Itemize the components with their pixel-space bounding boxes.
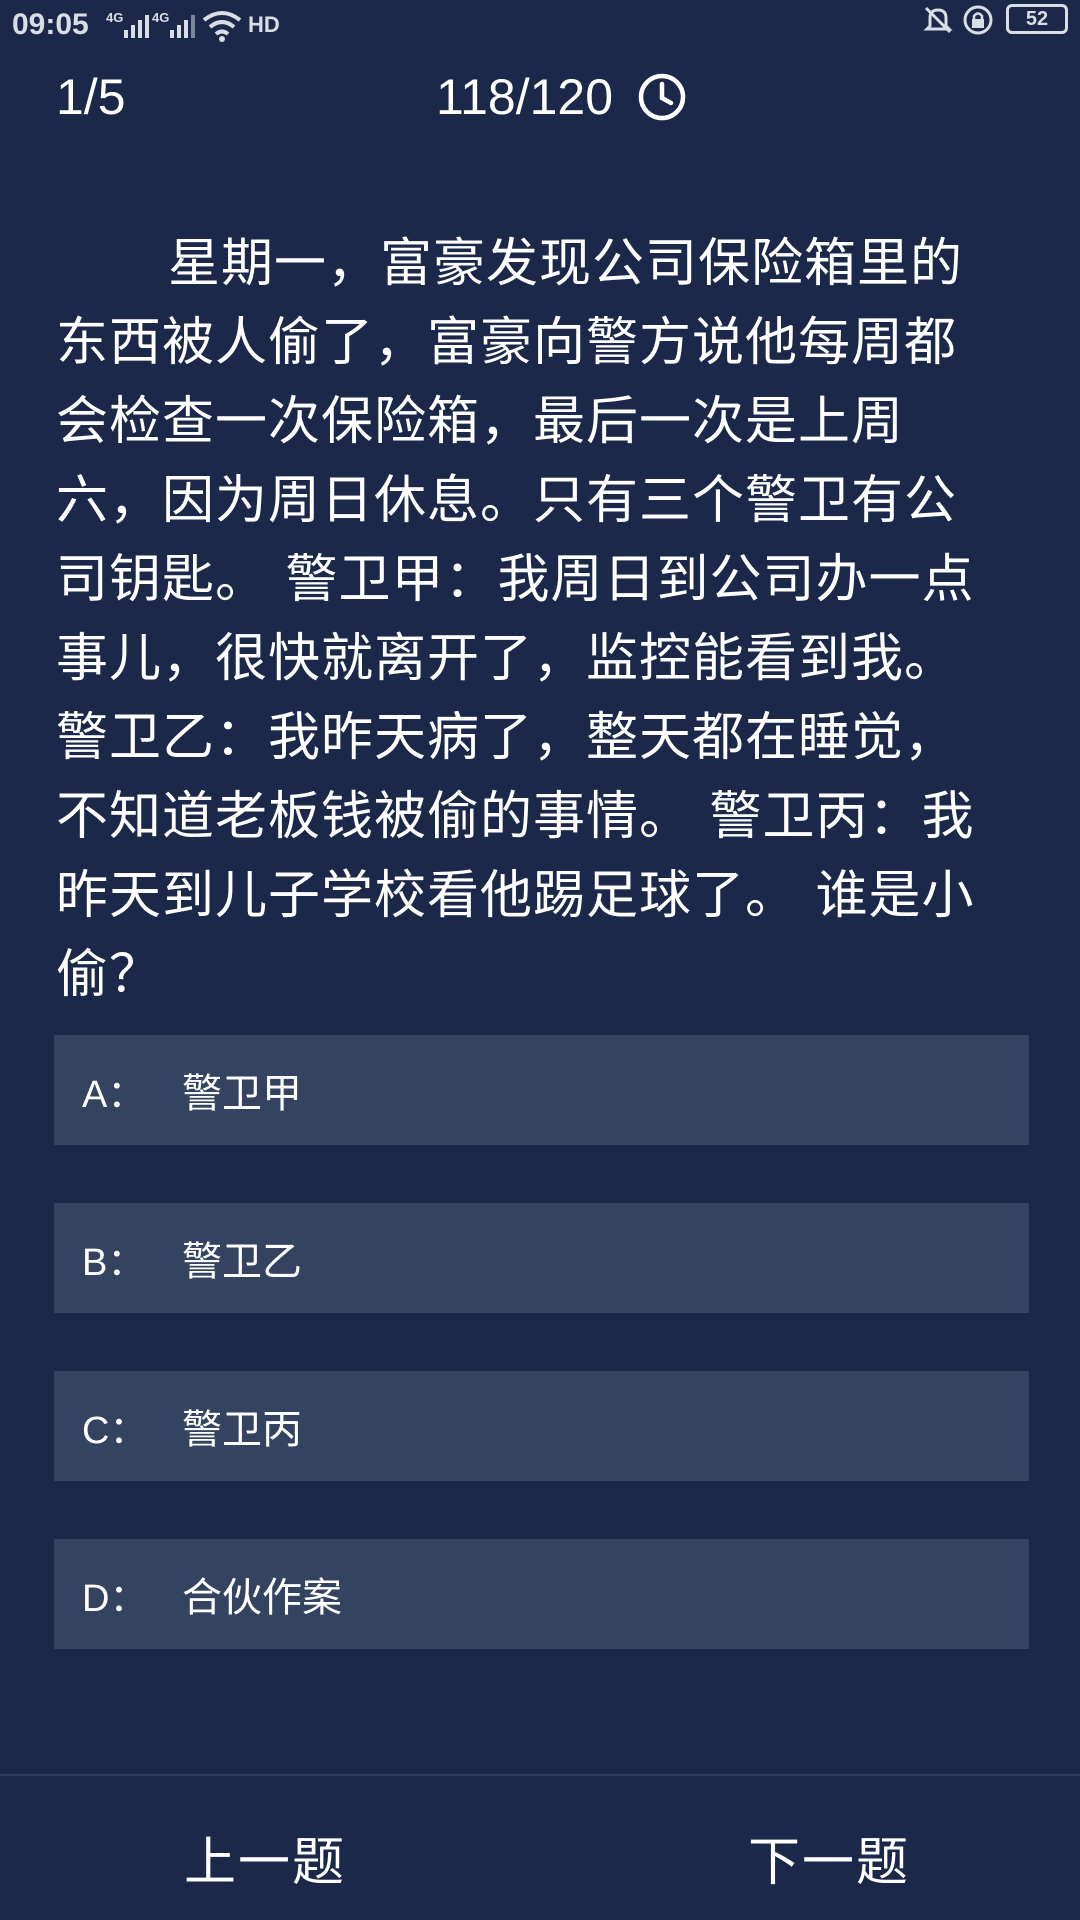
bottom-divider: [0, 1774, 1080, 1776]
signal-icon: 4G: [152, 10, 198, 42]
status-time: 09:05: [12, 8, 89, 41]
question-line: 昨天到儿子学校看他踢足球了。 谁是小: [56, 866, 975, 926]
question-line: 事儿，很快就离开了，监控能看到我。: [56, 629, 958, 689]
question-progress: 1/5: [56, 69, 126, 125]
question-line: 星期一，富豪发现公司保险箱里的: [168, 234, 964, 294]
question-line: 会检查一次保险箱，最后一次是上周: [56, 392, 905, 452]
wifi-icon: [202, 11, 242, 42]
question-line: 东西被人偷了，富豪向警方说他每周都: [56, 313, 958, 373]
option-a[interactable]: A： 警卫甲: [54, 1035, 1029, 1145]
option-b[interactable]: B： 警卫乙: [54, 1203, 1029, 1313]
option-key: B：: [82, 1241, 146, 1284]
question-line: 不知道老板钱被偷的事情。 警卫丙：我: [56, 787, 975, 847]
question-line: 偷？: [56, 945, 163, 1005]
bell-muted-icon: [923, 6, 953, 34]
question-line: 六，因为周日休息。只有三个警卫有公: [56, 471, 958, 531]
option-text: 警卫乙: [182, 1239, 302, 1285]
question-text: 星期一，富豪发现公司保险箱里的 东西被人偷了，富豪向警方说他每周都 会检查一次保…: [56, 225, 1016, 1015]
rotation-lock-icon: [963, 5, 993, 35]
battery-icon: 52: [1006, 4, 1068, 34]
prev-question-button[interactable]: 上一题: [184, 1820, 346, 1895]
option-text: 警卫丙: [182, 1407, 302, 1453]
hd-voice-icon: HD: [248, 12, 280, 37]
clock-icon: [638, 73, 686, 121]
option-d[interactable]: D： 合伙作案: [54, 1539, 1029, 1649]
question-line: 司钥匙。 警卫甲：我周日到公司办一点: [56, 550, 975, 610]
battery-level: 52: [1025, 8, 1049, 30]
option-key: A：: [82, 1073, 146, 1116]
next-question-button[interactable]: 下一题: [748, 1820, 910, 1895]
signal-icon: 4G: [106, 10, 152, 42]
option-c[interactable]: C： 警卫丙: [54, 1371, 1029, 1481]
status-bar: 09:05 4G 4G HD 52: [0, 0, 1080, 56]
question-line: 警卫乙：我昨天病了，整天都在睡觉，: [56, 708, 958, 768]
option-key: D：: [82, 1577, 148, 1620]
option-key: C：: [82, 1409, 148, 1452]
option-text: 警卫甲: [182, 1071, 302, 1117]
option-text: 合伙作案: [182, 1575, 342, 1621]
countdown-timer: 118/120: [436, 68, 687, 126]
timer-value: 118/120: [436, 69, 614, 125]
